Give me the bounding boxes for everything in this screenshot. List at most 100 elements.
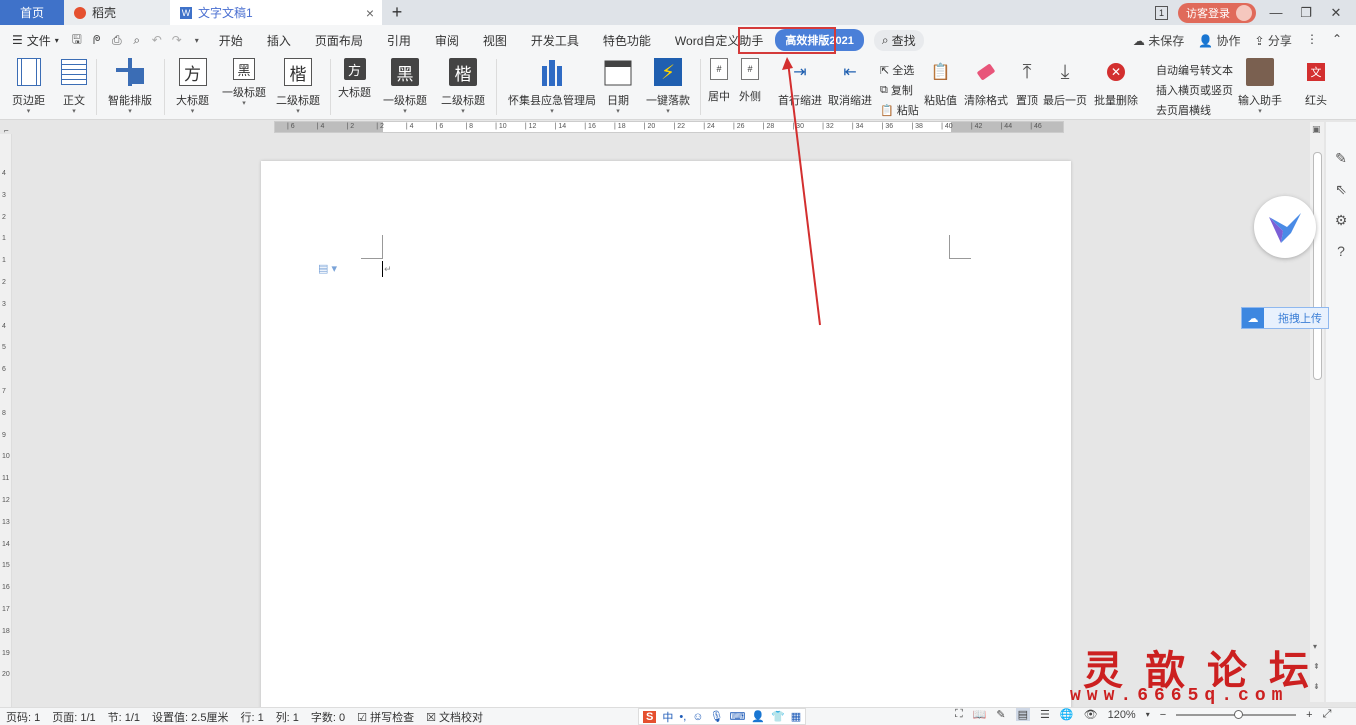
reading-mode-icon[interactable]: 📖 (973, 708, 987, 721)
page-margin-button[interactable]: 页边距 ▾ (12, 58, 45, 116)
select-all-button[interactable]: ⇱ 全选 (880, 62, 914, 78)
tab-insert[interactable]: 插入 (255, 32, 303, 49)
tab-document[interactable]: W 文字文稿1 × (170, 0, 382, 25)
help-icon[interactable]: ? (1337, 243, 1345, 259)
clear-format-button[interactable]: 清除格式 (964, 58, 1008, 108)
file-menu[interactable]: ☰ 文件 ▾ (0, 32, 67, 49)
zoom-out-button[interactable]: − (1160, 709, 1166, 721)
vertical-ruler[interactable]: 4 3 2 1 1 2 3 4 5 6 7 8 9 10 11 12 13 14 15 16 17 18 19 20 (0, 134, 12, 724)
settings-sliders-icon[interactable]: ⚙ (1335, 212, 1348, 229)
heading2-dark-button[interactable]: 楷 二级标题 ▾ (441, 58, 485, 116)
drag-upload-button[interactable]: ☁ 拖拽上传 (1241, 307, 1329, 329)
format-painter-icon[interactable]: ᖘ (87, 33, 107, 48)
insert-landscape-button[interactable]: 插入横页或竖页 (1156, 82, 1233, 98)
scroll-page-icon[interactable]: ▣ (1312, 124, 1321, 135)
search-button[interactable]: ⌕ 查找 (873, 29, 924, 51)
user-icon[interactable]: 👤 (751, 710, 765, 723)
eye-protection-icon[interactable]: 👁 (1084, 708, 1098, 721)
punctuation-icon[interactable]: •, (679, 711, 686, 723)
undo-icon[interactable]: ↶ (147, 33, 167, 47)
document-proof-button[interactable]: ☒ 文档校对 (420, 709, 489, 725)
document-page[interactable]: ▤ ▾ ↵ (261, 161, 1071, 721)
last-page-button[interactable]: ⤓ 最后一页 (1043, 58, 1087, 108)
print-preview-icon[interactable]: ⌕ (127, 33, 147, 48)
to-top-button[interactable]: ⤒ 置顶 (1013, 58, 1041, 108)
status-pages[interactable]: 页面: 1/1 (46, 709, 101, 725)
emoji-icon[interactable]: ☺ (692, 711, 703, 723)
heading1-button[interactable]: 黑 一级标题 ▾ (222, 58, 266, 108)
save-icon[interactable]: 🖫 (67, 30, 87, 51)
outline-view-icon[interactable]: ☰ (1040, 708, 1050, 721)
ime-toolbar[interactable]: S 中 •, ☺ 🎙 ⌨ 👤 👕 ▦ (638, 708, 807, 725)
print-icon[interactable]: ⎙ (107, 33, 127, 48)
input-helper-button[interactable]: 输入助手 ▾ (1238, 58, 1282, 116)
page-view-icon[interactable]: ▤ (1015, 708, 1031, 721)
heading1-dark-button[interactable]: 黑 一级标题 ▾ (383, 58, 427, 116)
batch-delete-button[interactable]: ✕ 批量删除 (1094, 58, 1138, 108)
tab-review[interactable]: 审阅 (423, 32, 471, 49)
pointer-icon[interactable]: ⇖ (1335, 181, 1347, 198)
page-num-outside-button[interactable]: # 外侧 (739, 58, 761, 104)
collapse-ribbon-icon[interactable]: ⌃ (1332, 32, 1342, 49)
microphone-icon[interactable]: 🎙 (710, 710, 724, 723)
big-title-button[interactable]: 方 大标题 ▾ (176, 58, 209, 116)
zoom-in-button[interactable]: + (1306, 709, 1312, 721)
remove-header-line-button[interactable]: 去页眉横线 (1156, 102, 1211, 118)
tab-start[interactable]: 开始 (207, 32, 255, 49)
big-title-dark-button[interactable]: 方 大标题 (338, 58, 371, 100)
minimize-button[interactable]: — (1266, 5, 1286, 20)
page-num-center-button[interactable]: # 居中 (708, 58, 730, 104)
paste-button[interactable]: 📋 粘贴 (880, 102, 919, 118)
status-section[interactable]: 节: 1/1 (102, 709, 146, 725)
status-setting-value[interactable]: 设置值: 2.5厘米 (146, 709, 234, 725)
zoom-slider[interactable] (1176, 709, 1297, 719)
keyboard-icon[interactable]: ⌨ (729, 710, 745, 723)
guest-login-button[interactable]: 访客登录 (1178, 2, 1256, 23)
tab-special-features[interactable]: 特色功能 (591, 32, 663, 49)
body-text-button[interactable]: 正文 ▾ (60, 58, 88, 116)
more-icon[interactable]: ⋮ (1306, 32, 1318, 49)
scrollbar-thumb[interactable] (1313, 152, 1322, 380)
one-key-signature-button[interactable]: ⚡ 一键落款 ▾ (646, 58, 690, 116)
tab-references[interactable]: 引用 (375, 32, 423, 49)
copy-button[interactable]: ⧉ 复制 (880, 82, 913, 98)
cancel-indent-button[interactable]: ⇤ 取消缩进 (828, 58, 872, 108)
fullscreen-icon[interactable]: ⛶ (955, 708, 963, 721)
tab-daoke[interactable]: 稻壳 (64, 0, 170, 25)
tab-home[interactable]: 首页 (0, 0, 64, 25)
zoom-dropdown-icon[interactable]: ▾ (1146, 710, 1150, 719)
status-column[interactable]: 列: 1 (270, 709, 305, 725)
web-view-icon[interactable]: 🌐 (1060, 708, 1074, 721)
heading2-button[interactable]: 楷 二级标题 ▾ (276, 58, 320, 116)
status-page-number[interactable]: 页码: 1 (0, 709, 46, 725)
zoom-level[interactable]: 120% (1108, 709, 1136, 721)
new-tab-button[interactable]: + (382, 0, 412, 25)
status-row[interactable]: 行: 1 (234, 709, 269, 725)
tab-page-layout[interactable]: 页面布局 (303, 32, 375, 49)
close-window-button[interactable]: ✕ (1326, 5, 1346, 21)
red-head-button[interactable]: 文 红头 (1302, 58, 1330, 108)
agency-button[interactable]: 怀集县应急管理局 ▾ (508, 58, 596, 116)
edit-mode-icon[interactable]: ✎ (996, 708, 1005, 721)
date-button[interactable]: 日期 ▾ (604, 58, 632, 116)
paste-value-button[interactable]: 📋 粘贴值 (924, 58, 957, 108)
first-line-indent-button[interactable]: ⇥ 首行缩进 (778, 58, 822, 108)
zoom-slider-knob[interactable] (1234, 709, 1244, 719)
share-button[interactable]: ⇪ 分享 (1255, 32, 1292, 49)
toolbox-icon[interactable]: ▦ (791, 710, 801, 723)
paragraph-layout-icon[interactable]: ▤ ▾ (318, 262, 337, 275)
tab-developer[interactable]: 开发工具 (519, 32, 591, 49)
vertical-scrollbar[interactable]: ▣ ▾ ⇞ ⇟ (1310, 122, 1324, 702)
skin-icon[interactable]: 👕 (771, 710, 785, 723)
unsaved-status[interactable]: ☁ 未保存 (1133, 32, 1184, 49)
spell-check-button[interactable]: ☑ 拼写检查 (351, 709, 420, 725)
floating-assistant-button[interactable] (1254, 196, 1316, 258)
ime-mode-toggle[interactable]: 中 (662, 709, 673, 725)
horizontal-ruler[interactable]: | 6 | 4 | 2 | 2 | 4 | 6 | 8 | 10 | 12 | 14 | 16 | 1… (274, 121, 1064, 133)
customize-quick-access-icon[interactable]: ▾ (187, 36, 207, 45)
maximize-button[interactable]: ❐ (1296, 5, 1316, 21)
collaborate-button[interactable]: 👤 协作 (1198, 32, 1240, 49)
status-word-count[interactable]: 字数: 0 (305, 709, 351, 725)
tab-view[interactable]: 视图 (471, 32, 519, 49)
pen-icon[interactable]: ✎ (1335, 150, 1347, 167)
